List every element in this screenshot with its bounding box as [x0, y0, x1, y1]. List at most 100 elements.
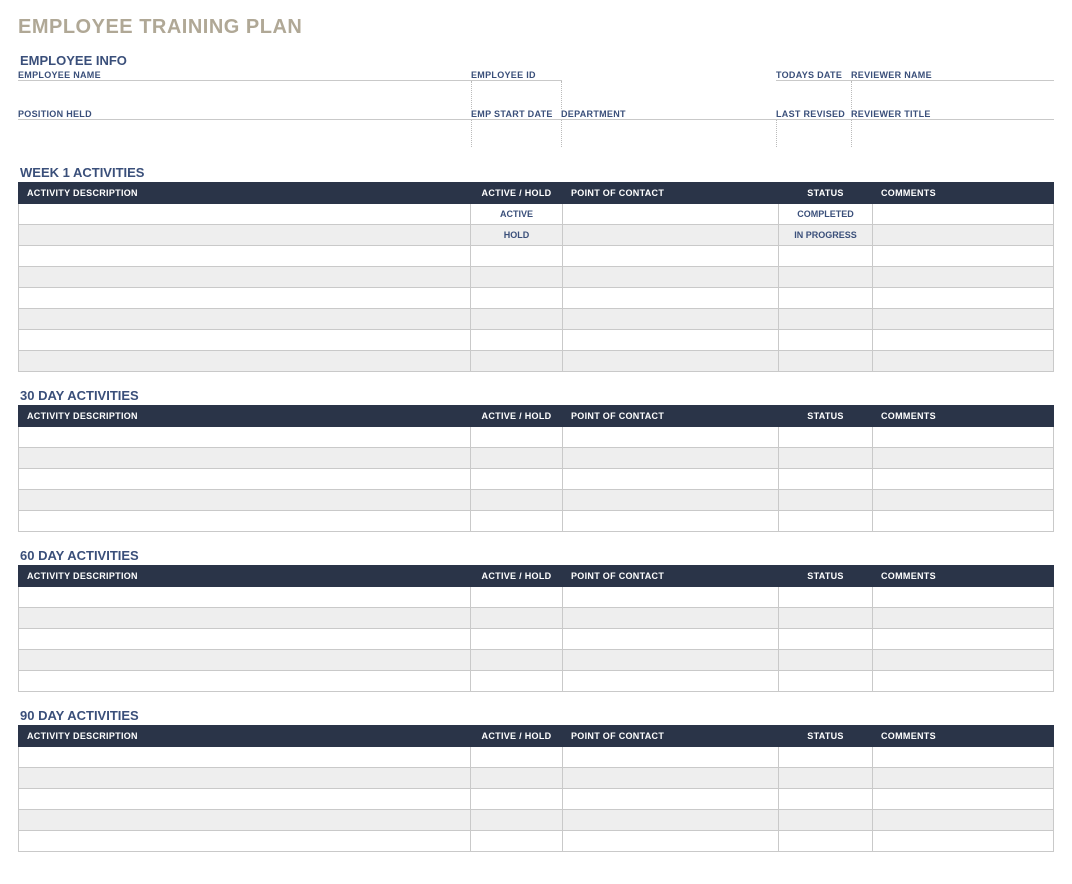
- point-of-contact-cell[interactable]: [563, 204, 779, 225]
- status-cell[interactable]: [779, 810, 873, 831]
- point-of-contact-cell[interactable]: [563, 810, 779, 831]
- point-of-contact-cell[interactable]: [563, 629, 779, 650]
- employee-id-field[interactable]: [471, 81, 561, 109]
- activity-description-cell[interactable]: [19, 831, 471, 852]
- last-revised-field[interactable]: [776, 119, 851, 147]
- comments-cell[interactable]: [873, 246, 1054, 267]
- activity-description-cell[interactable]: [19, 587, 471, 608]
- activity-description-cell[interactable]: [19, 650, 471, 671]
- activity-description-cell[interactable]: [19, 511, 471, 532]
- active-hold-cell[interactable]: [471, 608, 563, 629]
- activity-description-cell[interactable]: [19, 747, 471, 768]
- comments-cell[interactable]: [873, 351, 1054, 372]
- comments-cell[interactable]: [873, 831, 1054, 852]
- activity-description-cell[interactable]: [19, 330, 471, 351]
- status-cell[interactable]: IN PROGRESS: [779, 225, 873, 246]
- point-of-contact-cell[interactable]: [563, 469, 779, 490]
- activity-description-cell[interactable]: [19, 810, 471, 831]
- comments-cell[interactable]: [873, 671, 1054, 692]
- active-hold-cell[interactable]: ACTIVE: [471, 204, 563, 225]
- comments-cell[interactable]: [873, 469, 1054, 490]
- status-cell[interactable]: [779, 511, 873, 532]
- point-of-contact-cell[interactable]: [563, 351, 779, 372]
- status-cell[interactable]: [779, 330, 873, 351]
- position-held-field[interactable]: [18, 119, 471, 147]
- active-hold-cell[interactable]: HOLD: [471, 225, 563, 246]
- comments-cell[interactable]: [873, 810, 1054, 831]
- active-hold-cell[interactable]: [471, 427, 563, 448]
- point-of-contact-cell[interactable]: [563, 789, 779, 810]
- status-cell[interactable]: [779, 490, 873, 511]
- active-hold-cell[interactable]: [471, 351, 563, 372]
- point-of-contact-cell[interactable]: [563, 309, 779, 330]
- point-of-contact-cell[interactable]: [563, 490, 779, 511]
- point-of-contact-cell[interactable]: [563, 448, 779, 469]
- activity-description-cell[interactable]: [19, 288, 471, 309]
- point-of-contact-cell[interactable]: [563, 225, 779, 246]
- comments-cell[interactable]: [873, 490, 1054, 511]
- todays-date-field[interactable]: [776, 81, 851, 109]
- status-cell[interactable]: [779, 469, 873, 490]
- comments-cell[interactable]: [873, 650, 1054, 671]
- comments-cell[interactable]: [873, 587, 1054, 608]
- active-hold-cell[interactable]: [471, 469, 563, 490]
- active-hold-cell[interactable]: [471, 629, 563, 650]
- status-cell[interactable]: [779, 831, 873, 852]
- active-hold-cell[interactable]: [471, 330, 563, 351]
- status-cell[interactable]: [779, 309, 873, 330]
- point-of-contact-cell[interactable]: [563, 650, 779, 671]
- status-cell[interactable]: [779, 768, 873, 789]
- status-cell[interactable]: [779, 629, 873, 650]
- status-cell[interactable]: [779, 267, 873, 288]
- status-cell[interactable]: COMPLETED: [779, 204, 873, 225]
- active-hold-cell[interactable]: [471, 768, 563, 789]
- activity-description-cell[interactable]: [19, 267, 471, 288]
- active-hold-cell[interactable]: [471, 448, 563, 469]
- active-hold-cell[interactable]: [471, 831, 563, 852]
- comments-cell[interactable]: [873, 267, 1054, 288]
- status-cell[interactable]: [779, 608, 873, 629]
- comments-cell[interactable]: [873, 288, 1054, 309]
- activity-description-cell[interactable]: [19, 309, 471, 330]
- point-of-contact-cell[interactable]: [563, 427, 779, 448]
- status-cell[interactable]: [779, 587, 873, 608]
- activity-description-cell[interactable]: [19, 469, 471, 490]
- status-cell[interactable]: [779, 246, 873, 267]
- status-cell[interactable]: [779, 650, 873, 671]
- active-hold-cell[interactable]: [471, 789, 563, 810]
- comments-cell[interactable]: [873, 204, 1054, 225]
- comments-cell[interactable]: [873, 225, 1054, 246]
- point-of-contact-cell[interactable]: [563, 747, 779, 768]
- emp-start-date-field[interactable]: [471, 119, 561, 147]
- activity-description-cell[interactable]: [19, 768, 471, 789]
- activity-description-cell[interactable]: [19, 629, 471, 650]
- point-of-contact-cell[interactable]: [563, 587, 779, 608]
- point-of-contact-cell[interactable]: [563, 246, 779, 267]
- activity-description-cell[interactable]: [19, 608, 471, 629]
- status-cell[interactable]: [779, 671, 873, 692]
- activity-description-cell[interactable]: [19, 246, 471, 267]
- point-of-contact-cell[interactable]: [563, 267, 779, 288]
- comments-cell[interactable]: [873, 629, 1054, 650]
- activity-description-cell[interactable]: [19, 427, 471, 448]
- comments-cell[interactable]: [873, 747, 1054, 768]
- reviewer-name-field[interactable]: [851, 81, 1054, 109]
- active-hold-cell[interactable]: [471, 747, 563, 768]
- status-cell[interactable]: [779, 747, 873, 768]
- activity-description-cell[interactable]: [19, 789, 471, 810]
- active-hold-cell[interactable]: [471, 511, 563, 532]
- active-hold-cell[interactable]: [471, 267, 563, 288]
- activity-description-cell[interactable]: [19, 448, 471, 469]
- comments-cell[interactable]: [873, 309, 1054, 330]
- point-of-contact-cell[interactable]: [563, 671, 779, 692]
- comments-cell[interactable]: [873, 768, 1054, 789]
- point-of-contact-cell[interactable]: [563, 511, 779, 532]
- point-of-contact-cell[interactable]: [563, 831, 779, 852]
- reviewer-title-field[interactable]: [851, 119, 1054, 147]
- comments-cell[interactable]: [873, 427, 1054, 448]
- point-of-contact-cell[interactable]: [563, 330, 779, 351]
- active-hold-cell[interactable]: [471, 671, 563, 692]
- comments-cell[interactable]: [873, 330, 1054, 351]
- status-cell[interactable]: [779, 448, 873, 469]
- activity-description-cell[interactable]: [19, 490, 471, 511]
